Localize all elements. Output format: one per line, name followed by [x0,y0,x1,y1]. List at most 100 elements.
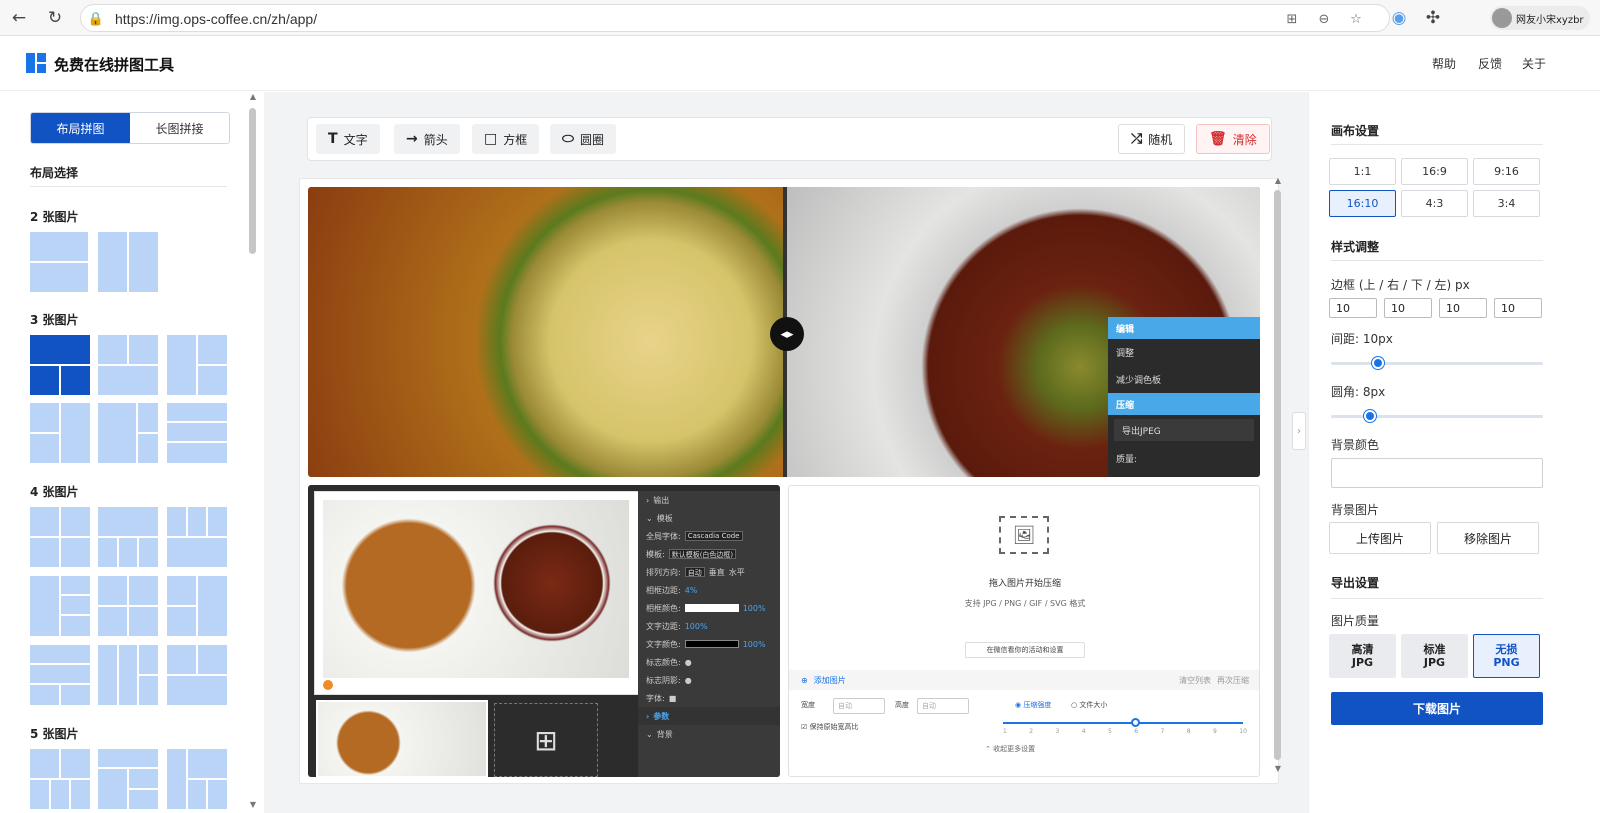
frame-opacity[interactable]: 100% [743,604,766,613]
arrow-tool-button[interactable]: → 箭头 [394,124,460,154]
quality-slider-track[interactable] [1003,722,1243,724]
compress-dropzone[interactable]: 🖼 拖入图片开始压缩 支持 JPG / PNG / GIF / SVG 格式 在… [789,486,1259,662]
scroll-up-icon[interactable]: ▲ [1273,176,1283,185]
mode-size-radio[interactable]: ○ 文件大小 [1071,700,1107,710]
height-input[interactable]: 自动 [917,698,969,714]
section-background[interactable]: ⌄ 背景 [638,725,780,743]
layout-thumb[interactable] [30,576,90,636]
dir-auto[interactable]: 自动 [684,567,705,577]
template-select[interactable]: 默认模板(白色边框) [668,549,737,559]
dir-vertical[interactable]: 垂直 [709,567,725,578]
url-text[interactable]: https://img.ops-coffee.cn/zh/app/ [115,11,317,27]
clear-button[interactable]: 🗑 清除 [1196,124,1270,154]
radius-slider-track[interactable] [1331,415,1543,418]
feedback-link[interactable]: 反馈 [1478,55,1502,72]
layout-thumb[interactable] [30,232,90,292]
about-link[interactable]: 关于 [1522,55,1546,72]
font-select[interactable]: Cascadia Code [684,531,743,541]
circle-tool-button[interactable]: ⬭ 圆圈 [550,124,616,154]
text-color-swatch[interactable] [684,640,739,648]
scroll-up-icon[interactable]: ▲ [248,92,258,101]
layout-thumb[interactable] [98,232,158,292]
text-opacity[interactable]: 100% [743,640,766,649]
layout-thumb[interactable] [30,507,90,567]
tab-layout-collage[interactable]: 布局拼图 [31,113,130,143]
margin-value[interactable]: 4% [685,586,698,595]
reload-icon[interactable]: ↻ [44,7,66,29]
collapse-right-button[interactable]: › [1292,412,1306,450]
border-bottom-input[interactable]: 10 [1439,298,1487,318]
canvas-scrollbar[interactable]: ▲ ▼ [1273,176,1283,778]
collage-cell-bottom-left[interactable]: ⊞ › 输出 ⌄ 模板 全局字体: Cascadia Code 模板: 默认模板(白… [308,485,780,777]
back-icon[interactable]: ← [8,7,30,29]
radius-slider-knob[interactable] [1364,410,1376,422]
tab-long-image[interactable]: 长图拼接 [130,113,229,143]
help-link[interactable]: 帮助 [1432,55,1456,72]
random-button[interactable]: ⤮ 随机 [1118,124,1186,154]
layout-thumb[interactable] [167,576,227,636]
text-tool-button[interactable]: T 文字 [316,124,380,154]
quality-std-jpg[interactable]: 标准 JPG [1401,634,1468,678]
quality-lossless-png[interactable]: 无损 PNG [1473,634,1540,678]
remove-bg-button[interactable]: 移除图片 [1437,522,1539,554]
scrollbar-thumb[interactable] [249,108,256,254]
checkbox-icon[interactable]: ■ [669,694,677,703]
app-install-icon[interactable]: ⊞ [1283,11,1301,27]
layout-thumb[interactable] [167,749,227,809]
rect-tool-button[interactable]: □ 方框 [472,124,540,154]
layout-thumb-selected[interactable] [30,335,90,395]
layout-thumb[interactable] [167,335,227,395]
gap-slider-knob[interactable] [1372,357,1384,369]
section-output[interactable]: › 输出 [638,491,780,509]
scroll-down-icon[interactable]: ▼ [1273,764,1283,773]
collapse-settings[interactable]: ⌃ 收起更多设置 [985,744,1035,754]
scrollbar-thumb[interactable] [1274,190,1281,760]
ratio-16-10[interactable]: 16:10 [1329,190,1396,217]
ratio-1-1[interactable]: 1:1 [1329,158,1396,185]
lock-icon[interactable]: 🔒 [87,11,105,27]
quality-hd-jpg[interactable]: 高清 JPG [1329,634,1396,678]
border-left-input[interactable]: 10 [1494,298,1542,318]
layout-thumb[interactable] [98,576,158,636]
collage-cell-top[interactable]: ◂▸ 编辑 调整 减少调色板 压缩 导出JPEG 质量: [308,187,1260,477]
keep-ratio-checkbox[interactable]: ☑ 保持原始宽高比 [801,722,859,732]
clear-list-button[interactable]: 清空列表 [1179,675,1211,686]
extension-icon[interactable]: ◉ [1388,7,1410,29]
ratio-16-9[interactable]: 16:9 [1401,158,1468,185]
layout-thumb[interactable] [167,507,227,567]
layout-thumb[interactable] [167,403,227,463]
mode-quality-radio[interactable]: ◉ 压缩强度 [1015,700,1051,710]
bg-color-picker[interactable] [1331,458,1543,488]
quality-slider-knob[interactable] [1131,718,1140,727]
toggle-icon[interactable]: ● [685,676,692,685]
layout-thumb[interactable] [30,403,90,463]
frame-color-swatch[interactable] [684,604,739,612]
width-input[interactable]: 自动 [833,698,885,714]
layout-thumb[interactable] [98,749,158,809]
left-scrollbar[interactable]: ▲ ▼ [248,92,258,813]
compare-handle-icon[interactable]: ◂▸ [770,317,804,351]
recompress-button[interactable]: 再次压缩 [1217,675,1249,686]
layout-thumb[interactable] [98,335,158,395]
wechat-tip[interactable]: 在微信看你的活动和设置 [965,642,1085,658]
layout-thumb[interactable] [30,645,90,705]
add-image-icon[interactable]: ⊞ [494,703,598,777]
border-top-input[interactable]: 10 [1329,298,1377,318]
photo-thumbnail[interactable] [316,700,488,777]
ratio-4-3[interactable]: 4:3 [1401,190,1468,217]
text-margin-value[interactable]: 100% [685,622,708,631]
gap-slider-track[interactable] [1331,362,1543,365]
puzzle-extensions-icon[interactable]: ✣ [1422,7,1444,29]
section-params[interactable]: › 参数 [638,707,780,725]
layout-thumb[interactable] [98,507,158,567]
upload-bg-button[interactable]: 上传图片 [1329,522,1431,554]
toggle-icon[interactable]: ● [685,658,692,667]
layout-thumb[interactable] [98,645,158,705]
layout-thumb[interactable] [167,645,227,705]
add-image-button[interactable]: 添加图片 [814,675,846,686]
address-bar[interactable]: 🔒 https://img.ops-coffee.cn/zh/app/ ⊞ ⊖ … [80,4,1390,32]
border-right-input[interactable]: 10 [1384,298,1432,318]
ratio-3-4[interactable]: 3:4 [1473,190,1540,217]
scroll-down-icon[interactable]: ▼ [248,800,258,809]
dir-horizontal[interactable]: 水平 [729,567,745,578]
